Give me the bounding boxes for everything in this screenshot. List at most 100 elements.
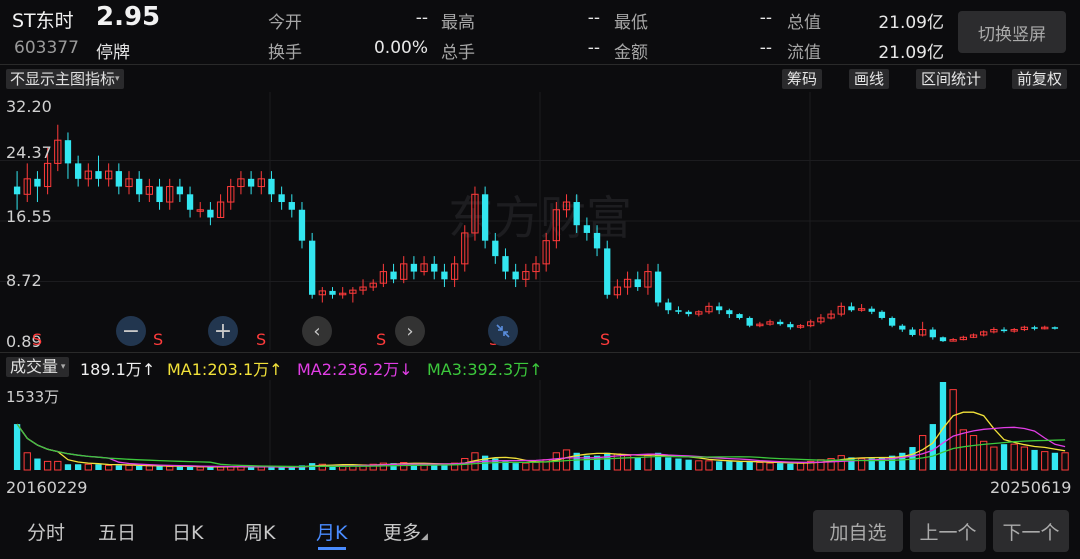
quote-value-amount: -- — [759, 38, 772, 58]
tab-intraday[interactable]: 分时 — [27, 518, 65, 545]
volume-bar — [512, 463, 519, 470]
volume-bar — [787, 463, 794, 470]
next-stock-button[interactable]: 下一个 — [993, 510, 1069, 552]
event-marker-s: S — [153, 330, 163, 349]
volume-bar — [95, 464, 102, 470]
quote-value-turnover: 0.00% — [373, 38, 428, 58]
volume-bar — [959, 429, 967, 471]
corner-triangle-icon: ◢ — [421, 532, 428, 542]
candle — [990, 327, 998, 334]
candle — [1000, 327, 1008, 333]
volume-bar — [726, 461, 733, 470]
event-marker-s: S — [32, 330, 42, 349]
volume-bar — [136, 465, 143, 470]
quote-label-low: 最低 — [614, 13, 648, 33]
volume-bar — [715, 461, 723, 470]
candle — [339, 287, 347, 299]
previous-stock-button[interactable]: 上一个 — [910, 510, 986, 552]
volume-current-value: 189.1万 — [80, 360, 142, 379]
candle — [502, 248, 509, 280]
arrow-up-icon: ↑ — [141, 360, 156, 379]
volume-bar — [115, 465, 122, 470]
tab-five-day[interactable]: 五日 — [98, 518, 136, 545]
candle — [949, 338, 957, 342]
volume-bar — [84, 463, 92, 471]
range-stats-button[interactable]: 区间统计 — [916, 69, 987, 89]
candle — [746, 316, 753, 328]
candle — [736, 313, 743, 320]
volume-bar — [125, 464, 133, 471]
tab-more-label: 更多 — [383, 522, 422, 544]
chips-button[interactable]: 筹码 — [782, 69, 823, 89]
event-marker-s: S — [376, 330, 386, 349]
candle — [623, 271, 632, 295]
candle — [929, 327, 936, 340]
volume-bar — [186, 466, 194, 470]
event-marker-s: S — [600, 330, 610, 349]
quote-value-float-value: 21.09亿 — [878, 43, 944, 63]
volume-bar — [216, 466, 225, 471]
volume-ma2: MA2:236.2万↓ — [297, 356, 413, 380]
volume-bar — [705, 460, 713, 471]
candle — [777, 319, 784, 326]
candle — [400, 256, 408, 284]
volume-bar — [756, 462, 764, 471]
volume-bar — [43, 460, 52, 471]
tab-monthly-k[interactable]: 月K — [316, 518, 347, 545]
volume-chart[interactable]: 1533万 — [0, 380, 1080, 472]
volume-bar — [837, 455, 845, 471]
volume-bar — [257, 466, 265, 471]
watermark: 东方财富 — [448, 191, 632, 245]
pan-right-button[interactable]: › — [395, 316, 425, 346]
zoom-out-button[interactable]: − — [116, 316, 146, 346]
add-watchlist-button[interactable]: 加自选 — [813, 510, 903, 552]
candle — [156, 178, 163, 210]
volume-bar — [1010, 443, 1018, 471]
candle — [257, 171, 265, 195]
candle — [34, 171, 41, 203]
volume-bar — [969, 435, 978, 471]
candle — [909, 327, 916, 337]
candle — [796, 324, 805, 329]
pan-left-button[interactable]: ‹ — [302, 316, 332, 346]
volume-bar — [1020, 446, 1029, 471]
candle — [685, 310, 692, 317]
candle — [288, 194, 295, 218]
tab-daily-k[interactable]: 日K — [172, 518, 203, 545]
volume-ma3-value: MA3:392.3万 — [427, 360, 530, 379]
candle — [136, 171, 143, 203]
price-tick-label: 16.55 — [6, 207, 52, 226]
tab-weekly-k[interactable]: 周K — [244, 518, 275, 545]
volume-bar — [949, 389, 957, 471]
adjust-button[interactable]: 前复权 — [1012, 69, 1068, 89]
candlestick-chart[interactable]: 东方财富 32.20 24.37 16.55 8.72 0.89 S S S S… — [0, 92, 1080, 350]
chevron-right-icon: › — [406, 320, 414, 342]
candle — [512, 263, 519, 288]
volume-bar — [604, 452, 611, 470]
main-indicator-select[interactable]: 不显示主图指标▾ — [6, 69, 124, 89]
candle — [318, 287, 326, 303]
minus-icon: − — [121, 318, 141, 344]
candle — [227, 178, 235, 210]
candle — [939, 336, 947, 342]
candle — [1010, 328, 1018, 333]
chart-divider — [0, 352, 1080, 353]
zoom-in-button[interactable]: + — [208, 316, 238, 346]
candle — [918, 321, 927, 337]
switch-vertical-button[interactable]: 切换竖屏 — [958, 11, 1066, 53]
volume-bar — [665, 457, 672, 470]
volume-bar — [34, 458, 41, 470]
price-tick-label: 24.37 — [6, 143, 52, 162]
collapse-button[interactable] — [488, 316, 518, 346]
volume-bar — [54, 460, 62, 471]
volume-bar — [74, 464, 82, 470]
candle — [634, 271, 641, 291]
draw-line-button[interactable]: 画线 — [849, 69, 890, 89]
candle — [665, 298, 672, 315]
volume-bar — [929, 424, 936, 470]
tab-more[interactable]: 更多◢ — [383, 518, 428, 545]
volume-indicator-select[interactable]: 成交量 ▾ — [6, 357, 70, 377]
candle — [450, 256, 459, 288]
quote-label-open: 今开 — [268, 13, 302, 33]
volume-bar — [777, 463, 784, 470]
